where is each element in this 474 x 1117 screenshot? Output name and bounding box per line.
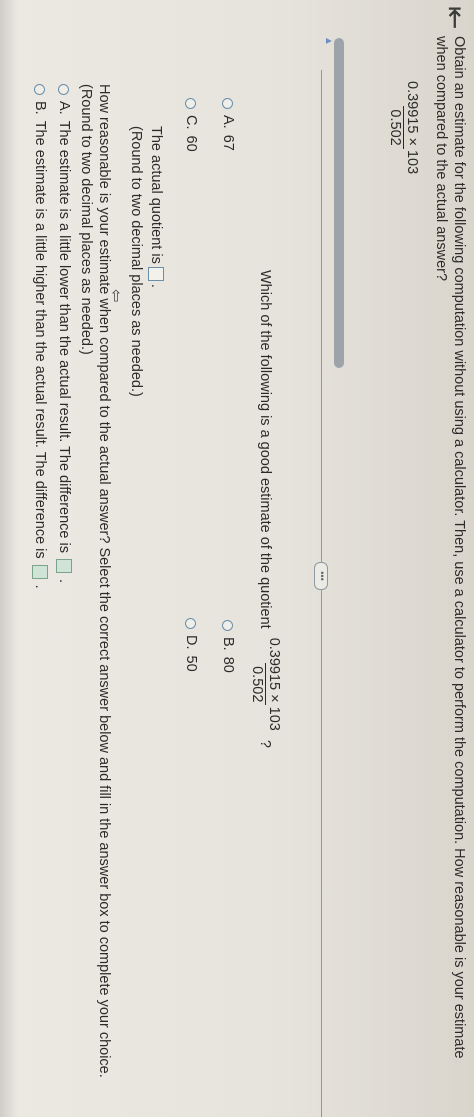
- progress-bar: [334, 38, 344, 368]
- actual-quotient-row: The actual quotient is .: [148, 126, 164, 288]
- radio-button-c[interactable]: [185, 98, 197, 109]
- reasonable-option-b[interactable]: B. The estimate is a little higher than …: [32, 84, 48, 589]
- estimate-question-mark: ?: [257, 739, 274, 748]
- estimate-question: Which of the following is a good estimat…: [249, 270, 282, 748]
- estimate-option-d[interactable]: D. 50: [183, 618, 199, 672]
- rounding-note-2: (Round to two decimal places as needed.): [78, 84, 94, 355]
- radio-button-a[interactable]: [58, 84, 70, 95]
- prompt-fraction-numerator: 0.39915 × 103: [404, 81, 420, 175]
- option-period: .: [56, 578, 72, 584]
- reasonable-option-a[interactable]: A. The estimate is a little lower than t…: [56, 84, 72, 583]
- prompt-fraction: 0.39915 × 103 0.502: [387, 78, 420, 177]
- actual-quotient-label: The actual quotient is: [148, 126, 164, 264]
- question-prompt: Obtain an estimate for the following com…: [433, 36, 467, 1059]
- option-value: 80: [220, 656, 236, 673]
- estimate-option-a[interactable]: A. 67: [220, 98, 236, 151]
- option-letter: B.: [32, 101, 48, 115]
- option-letter: C.: [183, 115, 199, 130]
- radio-button-b[interactable]: [222, 620, 234, 631]
- photo-shadow: [0, 0, 18, 1117]
- estimate-option-b[interactable]: B. 80: [220, 620, 236, 673]
- back-arrow-icon[interactable]: ⇤: [439, 6, 472, 29]
- option-text: The estimate is a little higher than the…: [32, 120, 48, 559]
- estimate-question-fraction: 0.39915 × 103 0.502: [249, 635, 282, 734]
- estimate-fraction-denominator: 0.502: [249, 663, 266, 706]
- estimate-option-c[interactable]: C. 60: [183, 98, 199, 152]
- difference-input-a[interactable]: [56, 558, 72, 573]
- reasonableness-question: How reasonable is your estimate when com…: [96, 84, 112, 1078]
- prompt-fraction-denominator: 0.502: [387, 106, 404, 149]
- actual-quotient-period: .: [148, 283, 164, 288]
- estimate-fraction-numerator: 0.39915 × 103: [266, 637, 282, 731]
- option-letter: B.: [220, 637, 236, 651]
- estimate-question-text: Which of the following is a good estimat…: [257, 270, 274, 629]
- section-divider: [321, 70, 322, 1117]
- option-value: 60: [183, 135, 199, 152]
- rounding-note: (Round to two decimal places as needed.): [128, 126, 144, 397]
- option-value: 67: [220, 134, 236, 151]
- option-period: .: [32, 584, 48, 589]
- radio-button-d[interactable]: [185, 618, 197, 629]
- radio-button-b[interactable]: [34, 84, 46, 95]
- actual-quotient-input[interactable]: [148, 266, 164, 281]
- option-value: 50: [183, 655, 199, 672]
- more-options-button[interactable]: •••: [314, 562, 328, 590]
- option-letter: A.: [220, 115, 236, 129]
- option-letter: D.: [183, 635, 199, 650]
- option-letter: A.: [56, 101, 72, 115]
- difference-input-b[interactable]: [32, 564, 48, 579]
- screen: ⇤ Obtain an estimate for the following c…: [0, 0, 474, 1117]
- expand-triangle-icon[interactable]: ▲: [323, 36, 334, 46]
- option-text: The estimate is a little lower than the …: [56, 120, 72, 553]
- radio-button-a[interactable]: [222, 98, 234, 109]
